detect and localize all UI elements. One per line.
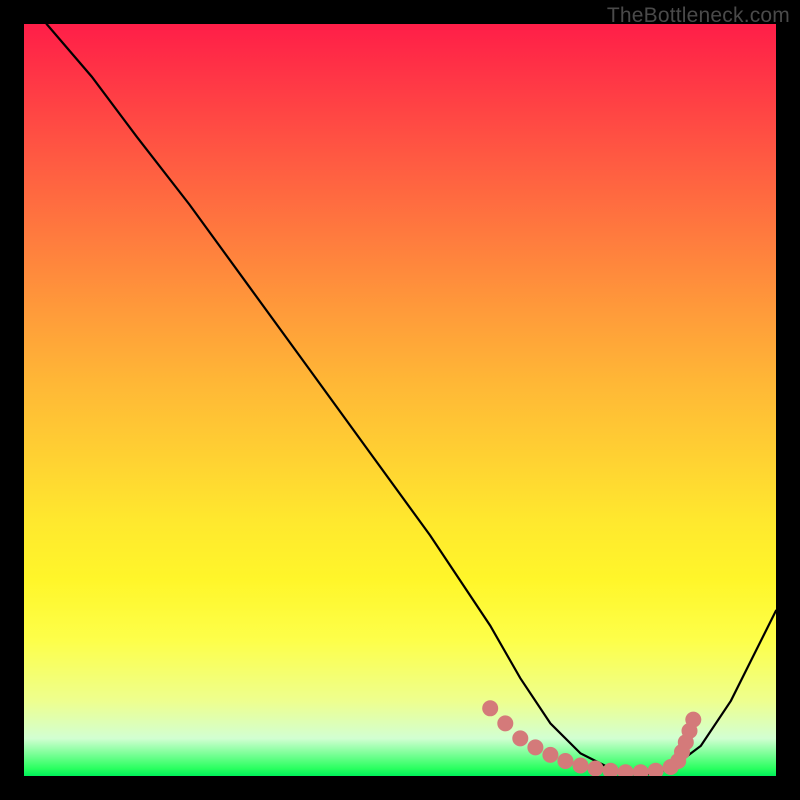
bottleneck-curve <box>47 24 776 776</box>
valley-markers <box>482 700 701 776</box>
valley-marker <box>633 764 649 776</box>
curve-layer <box>24 24 776 776</box>
valley-marker <box>512 730 528 746</box>
valley-marker <box>527 739 543 755</box>
valley-marker <box>685 712 701 728</box>
valley-marker <box>497 715 513 731</box>
plot-area <box>24 24 776 776</box>
valley-marker <box>588 761 604 777</box>
valley-marker <box>618 764 634 776</box>
valley-marker <box>482 700 498 716</box>
valley-marker <box>573 758 589 774</box>
watermark-text: TheBottleneck.com <box>607 4 790 28</box>
valley-marker <box>557 753 573 769</box>
valley-marker <box>542 747 558 763</box>
valley-marker <box>648 763 664 776</box>
chart-stage: TheBottleneck.com <box>0 0 800 800</box>
